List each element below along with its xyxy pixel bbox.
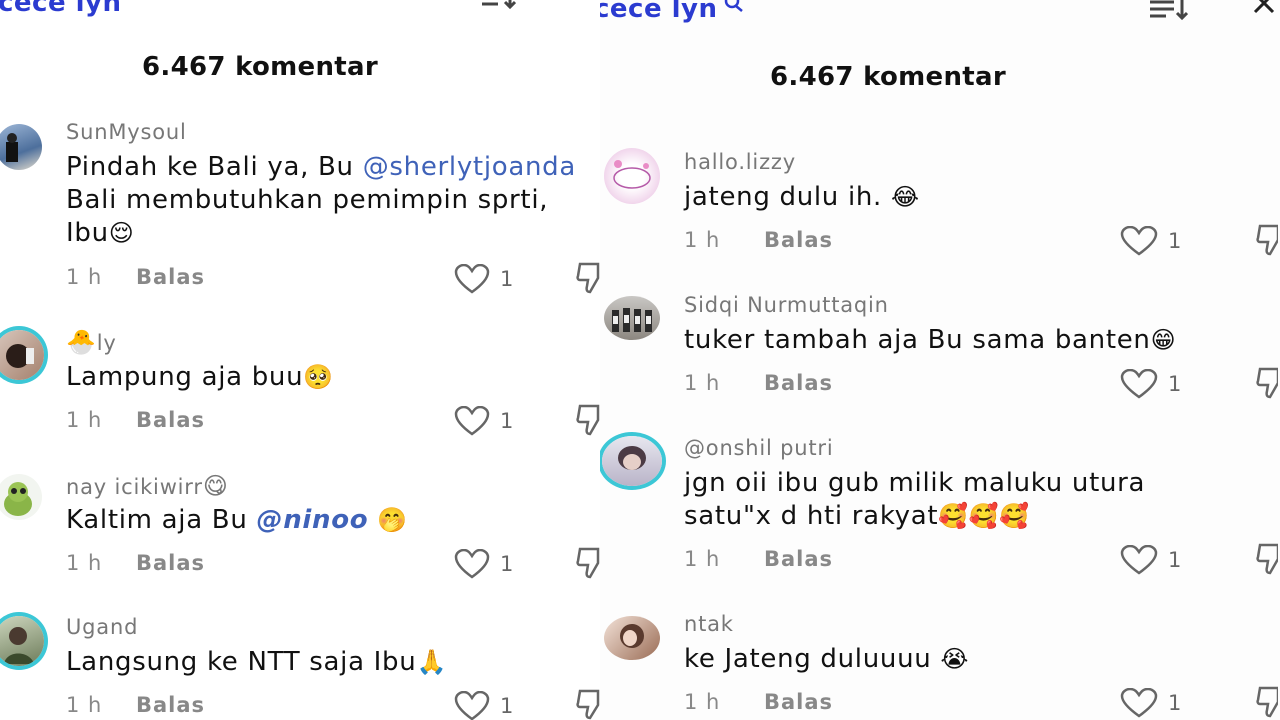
heart-icon <box>1120 369 1158 399</box>
comments-panel-left: cece lyn 6.467 komentar SunMysoul Pindah… <box>0 0 600 720</box>
like-count: 1 <box>500 267 514 291</box>
like-button[interactable]: 1 <box>454 406 513 436</box>
comment-username[interactable]: Sidqi Nurmuttaqin <box>684 293 889 317</box>
avatar[interactable] <box>602 436 662 486</box>
comment-username[interactable]: Ugand <box>66 615 138 639</box>
avatar[interactable] <box>604 616 660 660</box>
thumbs-down-icon[interactable] <box>1256 367 1278 399</box>
heart-icon <box>454 406 490 436</box>
emoji: 😌 <box>108 219 135 247</box>
comment-text-line: Ibu😌 <box>66 218 135 248</box>
reply-button[interactable]: Balas <box>764 371 833 395</box>
comment-text: jateng dulu ih. 😂 <box>684 182 920 212</box>
reply-button[interactable]: Balas <box>764 690 833 714</box>
header-title: cece lyn <box>0 0 122 18</box>
reply-button[interactable]: Balas <box>764 228 833 252</box>
comment-time: 1 h <box>684 547 721 571</box>
comment-username[interactable]: nay icikiwirr😋 <box>66 472 229 500</box>
emoji: 🙏 <box>416 648 448 676</box>
comment-time: 1 h <box>684 371 721 395</box>
avatar[interactable] <box>0 474 42 520</box>
thumbs-down-icon[interactable] <box>1256 543 1278 575</box>
like-count: 1 <box>500 694 514 718</box>
like-button[interactable]: 1 <box>1120 369 1181 399</box>
like-button[interactable]: 1 <box>1120 545 1181 575</box>
emoji: 🥺 <box>303 363 334 391</box>
comment-time: 1 h <box>66 551 103 575</box>
comment-text: Lampung aja buu🥺 <box>66 362 334 392</box>
close-icon[interactable] <box>1252 0 1276 16</box>
comment-username[interactable]: SunMysoul <box>66 120 187 144</box>
reply-button[interactable]: Balas <box>136 551 205 575</box>
comment-text: tuker tambah aja Bu sama banten😁 <box>684 325 1177 355</box>
reply-button[interactable]: Balas <box>136 265 205 289</box>
heart-icon <box>1120 226 1158 256</box>
like-count: 1 <box>1168 691 1182 715</box>
avatar[interactable] <box>0 124 42 170</box>
heart-icon <box>1120 688 1158 718</box>
avatar[interactable] <box>604 148 660 204</box>
comments-panel-right: cece lyn 6.467 komentar hallo.lizzy jate… <box>600 0 1280 720</box>
emoji: 😁 <box>1150 326 1177 354</box>
comment-count: 6.467 komentar <box>142 52 378 82</box>
comment-username[interactable]: @onshil putri <box>684 436 834 460</box>
heart-icon <box>1120 545 1158 575</box>
like-button[interactable]: 1 <box>1120 226 1181 256</box>
comment-username[interactable]: 🐣ly <box>66 328 117 356</box>
emoji: 🥰🥰🥰 <box>938 502 1031 530</box>
thumbs-down-icon[interactable] <box>576 262 600 294</box>
comment-text: ke Jateng duluuuu 😭 <box>684 644 970 674</box>
mention-link[interactable]: @sherlytjoanda <box>363 152 576 182</box>
reply-button[interactable]: Balas <box>764 547 833 571</box>
like-button[interactable]: 1 <box>454 264 513 294</box>
thumbs-down-icon[interactable] <box>1256 686 1278 718</box>
like-button[interactable]: 1 <box>454 549 513 579</box>
like-count: 1 <box>1168 229 1182 253</box>
comment-time: 1 h <box>684 690 721 714</box>
thumbs-down-icon[interactable] <box>1256 224 1278 256</box>
comment-username[interactable]: hallo.lizzy <box>684 150 796 174</box>
comment-text-line: Bali membutuhkan pemimpin sprti, <box>66 185 549 215</box>
comment-time: 1 h <box>66 265 103 289</box>
search-icon[interactable] <box>724 0 744 12</box>
emoji: 😋 <box>202 472 229 500</box>
like-count: 1 <box>500 552 514 576</box>
emoji: 😂 <box>890 183 920 211</box>
avatar[interactable] <box>0 330 44 380</box>
thumbs-down-icon[interactable] <box>576 547 600 579</box>
comment-text: Pindah ke Bali ya, Bu @sherlytjoanda <box>66 152 576 182</box>
header-title: cece lyn <box>600 0 718 24</box>
comment-time: 1 h <box>66 693 103 717</box>
emoji: 😭 <box>940 645 970 673</box>
emoji: 🐣 <box>66 328 97 356</box>
like-count: 1 <box>1168 548 1182 572</box>
heart-icon <box>454 549 490 579</box>
reply-button[interactable]: Balas <box>136 693 205 717</box>
like-button[interactable]: 1 <box>454 691 513 720</box>
heart-icon <box>454 264 490 294</box>
comment-text: Langsung ke NTT saja Ibu🙏 <box>66 647 448 677</box>
comment-time: 1 h <box>66 408 103 432</box>
like-button[interactable]: 1 <box>1120 688 1181 718</box>
comment-text-line: satu"x d hti rakyat🥰🥰🥰 <box>684 501 1031 531</box>
reply-button[interactable]: Balas <box>136 408 205 432</box>
heart-icon <box>454 691 490 720</box>
avatar[interactable] <box>604 296 660 340</box>
comment-time: 1 h <box>684 228 721 252</box>
comment-text: Kaltim aja Bu @ninoo 🤭 <box>66 505 408 535</box>
emoji: 🤭 <box>377 506 408 534</box>
comment-username[interactable]: ntak <box>684 612 734 636</box>
thumbs-down-icon[interactable] <box>576 404 600 436</box>
comment-text-line: jgn oii ibu gub milik maluku utura <box>684 468 1146 498</box>
thumbs-down-icon[interactable] <box>576 689 600 720</box>
sort-icon[interactable] <box>480 0 516 10</box>
like-count: 1 <box>1168 372 1182 396</box>
comment-count: 6.467 komentar <box>770 62 1006 92</box>
mention-link[interactable]: @ninoo <box>257 505 369 535</box>
like-count: 1 <box>500 409 514 433</box>
sort-icon[interactable] <box>1148 0 1188 22</box>
avatar[interactable] <box>0 616 44 666</box>
